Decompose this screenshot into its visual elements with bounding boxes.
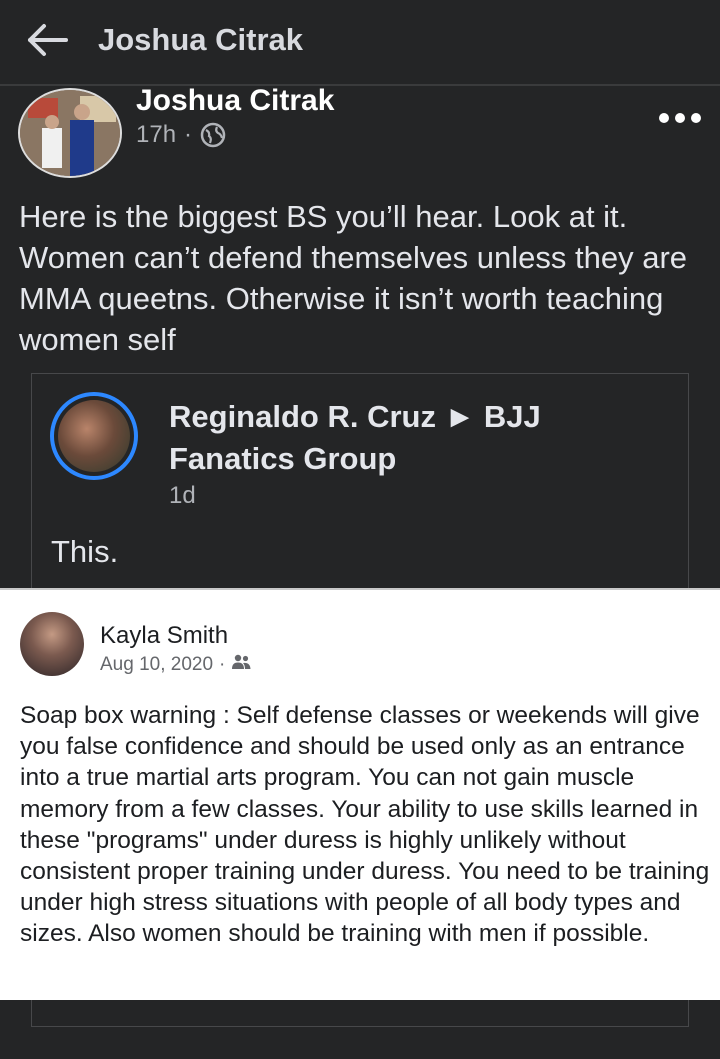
top-bar: Joshua Citrak: [0, 0, 720, 86]
friends-icon: [231, 654, 251, 676]
post-text: Here is the biggest BS you’ll hear. Look…: [19, 199, 688, 357]
page-title: Joshua Citrak: [98, 22, 304, 57]
screenshot-date: Aug 10, 2020: [100, 654, 214, 675]
more-options-icon[interactable]: [656, 108, 704, 128]
screenshot-text: Soap box warning : Self defense classes …: [20, 702, 710, 948]
post-author-name[interactable]: Joshua Citrak: [136, 84, 334, 118]
screenshot-meta: Aug 10, 2020 ·: [100, 654, 251, 676]
back-arrow-icon[interactable]: [24, 20, 72, 60]
shared-post-avatar[interactable]: [50, 392, 138, 480]
shared-post-author[interactable]: Reginaldo R. Cruz ► BJJ Fanatics Group: [169, 396, 669, 480]
avatar[interactable]: [18, 88, 122, 178]
post-meta: 17h ·: [136, 121, 226, 149]
meta-separator: ·: [219, 654, 226, 675]
embedded-screenshot: Kayla Smith Aug 10, 2020 · Soap box warn…: [0, 588, 720, 1000]
shared-post-text: This.: [51, 534, 119, 569]
globe-icon: [200, 122, 226, 148]
meta-separator: ·: [184, 121, 193, 148]
avatar: [20, 612, 84, 676]
post-time[interactable]: 17h: [136, 121, 176, 149]
screenshot-author: Kayla Smith: [100, 622, 229, 649]
post-header: Joshua Citrak 17h ·: [0, 84, 720, 188]
avatar-image: [58, 400, 130, 472]
shared-post-time[interactable]: 1d: [169, 482, 196, 510]
